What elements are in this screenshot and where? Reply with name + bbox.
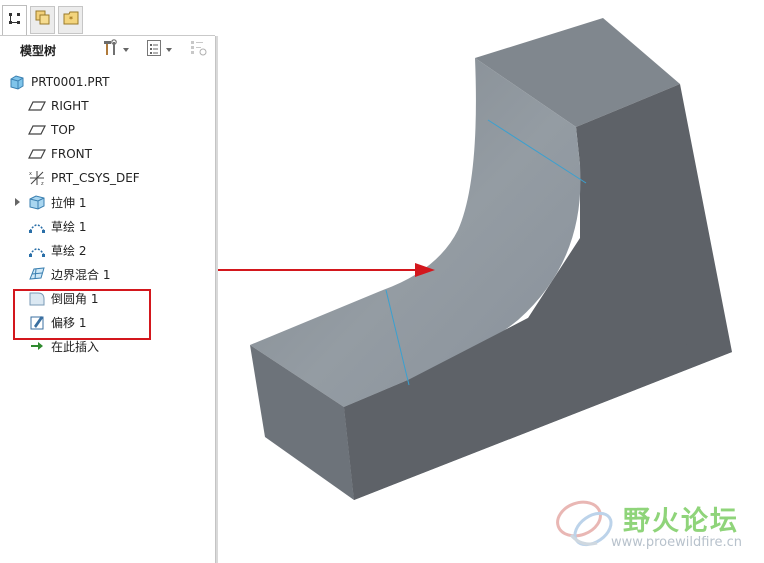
tree-filter-button[interactable] (190, 39, 212, 61)
hammer-wrench-icon (101, 39, 119, 61)
boundary-blend-icon (28, 265, 46, 283)
highlight-box (13, 289, 151, 340)
svg-text:x: x (29, 171, 32, 177)
tree-item-label: 拉伸 1 (51, 195, 87, 210)
tree-item-right[interactable]: RIGHT (28, 95, 89, 117)
tree-show-button[interactable] (146, 39, 182, 61)
tree-item-label: 在此插入 (51, 339, 100, 354)
tree-item-part[interactable]: PRT0001.PRT (8, 71, 109, 93)
chevron-down-icon (166, 48, 172, 52)
svg-text:z: z (41, 181, 44, 187)
tree-item-boundary-blend[interactable]: 边界混合 1 (28, 263, 110, 285)
tree-item-top[interactable]: TOP (28, 119, 75, 141)
list-icon (146, 39, 162, 61)
navigator-tabbar: * (0, 0, 215, 36)
creo-window: * 模型树 PRT0001.PRT RIGHT TOP FRONT x z PR… (0, 0, 764, 563)
tree-item-label: PRT0001.PRT (31, 75, 110, 89)
favorites-tab-icon: * (62, 9, 80, 31)
chevron-down-icon (123, 48, 129, 52)
model-tree-toolbar: 模型树 (0, 36, 215, 64)
tree-item-extrude[interactable]: 拉伸 1 (28, 191, 86, 213)
expand-extrude-toggle[interactable] (15, 198, 20, 206)
tree-item-label: 边界混合 1 (51, 267, 111, 282)
tree-item-sketch-1[interactable]: 草绘 1 (28, 215, 86, 237)
panel-title: 模型树 (20, 44, 57, 58)
tree-item-label: FRONT (51, 147, 92, 161)
sketch-icon (28, 241, 46, 259)
graphics-window[interactable] (218, 0, 764, 563)
filter-icon (190, 39, 208, 61)
tree-item-label: TOP (51, 123, 76, 137)
tree-item-label: 草绘 2 (51, 243, 87, 258)
watermark-url: www.proewildfire.cn (611, 535, 742, 550)
layers-tab-icon (34, 9, 52, 31)
model-tree-panel: * 模型树 PRT0001.PRT RIGHT TOP FRONT x z PR… (0, 0, 215, 563)
watermark-chinese: 野火论坛 (623, 506, 739, 537)
tree-item-front[interactable]: FRONT (28, 143, 92, 165)
model-tree-tab[interactable] (2, 5, 27, 35)
model-view (218, 18, 732, 500)
watermark: 野火论坛 www.proewildfire.cn (553, 495, 753, 557)
tree-item-label: RIGHT (51, 99, 89, 113)
datum-plane-icon (28, 121, 46, 139)
layers-tab[interactable] (30, 6, 55, 34)
tree-item-csys[interactable]: x z PRT_CSYS_DEF (28, 167, 140, 189)
model-tree-tab-icon (7, 11, 23, 31)
coordinate-system-icon: x z (28, 169, 46, 187)
svg-text:*: * (69, 15, 73, 24)
extrude-icon (28, 193, 46, 211)
sketch-icon (28, 217, 46, 235)
favorites-tab[interactable]: * (58, 6, 83, 34)
datum-plane-icon (28, 97, 46, 115)
part-icon (8, 73, 26, 91)
tree-item-sketch-2[interactable]: 草绘 2 (28, 239, 86, 261)
tree-item-label: PRT_CSYS_DEF (51, 171, 140, 185)
datum-plane-icon (28, 145, 46, 163)
tree-item-label: 草绘 1 (51, 219, 87, 234)
tree-settings-button[interactable] (101, 39, 137, 61)
